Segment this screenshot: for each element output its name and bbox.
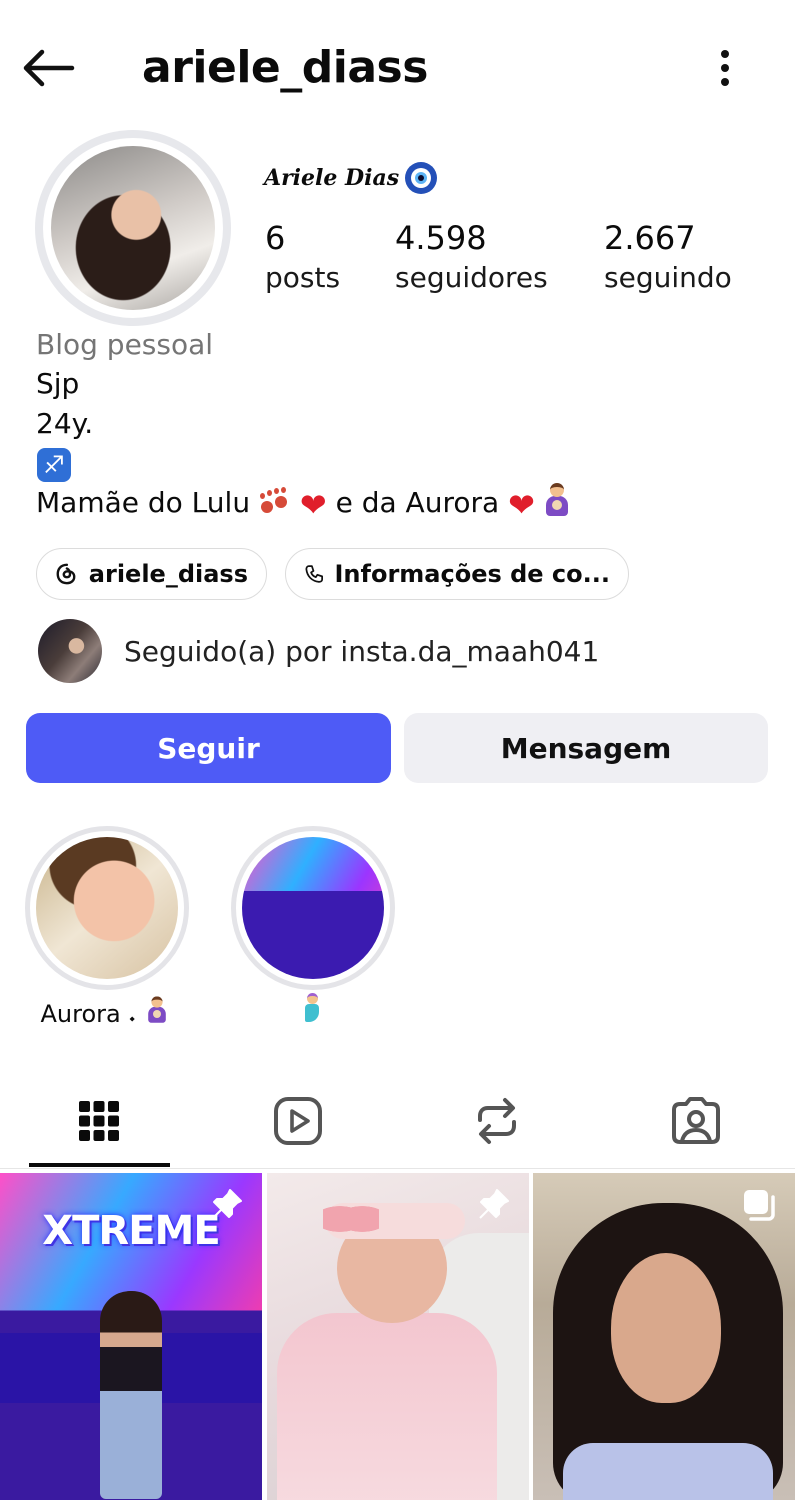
highlight-label-text: Aurora 𝆺: [40, 1000, 136, 1028]
more-dot: [721, 78, 729, 86]
tab-reposts[interactable]: [398, 1080, 596, 1162]
back-button[interactable]: [22, 44, 82, 92]
following-label: seguindo: [604, 261, 732, 294]
bio-line-2: 24y.: [36, 407, 94, 440]
post-2-baby-body: [277, 1313, 497, 1500]
post-1-person: [100, 1291, 162, 1499]
more-options-button[interactable]: [705, 42, 745, 94]
mermaid-icon: [301, 993, 323, 1023]
post-thumbnail-1[interactable]: XTREME: [0, 1173, 262, 1500]
followed-by-text[interactable]: Seguido(a) por insta.da_maah041: [124, 632, 599, 672]
post-3-face: [611, 1253, 721, 1403]
posts-stat[interactable]: 6 posts: [265, 218, 340, 298]
threads-icon: [56, 563, 76, 585]
red-heart-icon: ❤: [299, 486, 327, 524]
bio-line-4-text-a: Mamãe do Lulu: [36, 486, 251, 519]
follow-button[interactable]: Seguir: [26, 713, 391, 783]
red-heart-icon: ❤: [508, 486, 535, 524]
woman-with-baby-icon: [544, 483, 570, 517]
reels-icon: [274, 1097, 322, 1145]
mutual-follower-avatar[interactable]: [38, 619, 102, 683]
tab-posts-grid[interactable]: [0, 1080, 198, 1162]
threads-link-chip[interactable]: ariele_diass: [36, 548, 267, 600]
story-highlight-aurora[interactable]: [25, 826, 189, 990]
tagged-person-icon: [672, 1097, 720, 1144]
post-3-top: [563, 1443, 773, 1500]
active-tab-indicator: [29, 1163, 170, 1167]
phone-icon: [305, 565, 324, 583]
nazar-amulet-icon: [405, 162, 438, 194]
followers-count: 4.598: [395, 219, 487, 257]
following-count: 2.667: [604, 219, 696, 257]
profile-category: Blog pessoal: [36, 328, 214, 361]
contact-chip-label: Informações de co...: [334, 560, 611, 588]
avatar-photo: [51, 146, 215, 310]
grid-icon: [79, 1101, 119, 1141]
display-name: Ariele Dias: [264, 162, 438, 194]
tab-reels[interactable]: [199, 1080, 397, 1162]
following-stat[interactable]: 2.667 seguindo: [604, 218, 732, 298]
contact-info-chip[interactable]: Informações de co...: [285, 548, 629, 600]
highlight-cover-club: [242, 837, 384, 979]
followers-label: seguidores: [395, 261, 548, 294]
bio-line-4: Mamãe do Lulu ❤ e da Aurora ❤: [36, 483, 570, 523]
post-thumbnail-3[interactable]: [533, 1173, 795, 1500]
followers-stat[interactable]: 4.598 seguidores: [395, 218, 548, 298]
bio-line-1: Sjp: [36, 367, 80, 400]
highlight-label-aurora: Aurora 𝆺: [5, 993, 205, 1032]
message-button[interactable]: Mensagem: [404, 713, 768, 783]
highlight-cover-aurora: [36, 837, 178, 979]
woman-with-baby-icon: [146, 996, 167, 1023]
post-2-bow: [323, 1199, 379, 1239]
more-dot: [721, 64, 729, 72]
carousel-icon: [744, 1190, 775, 1221]
arrow-left-icon: [23, 49, 75, 87]
sagittarius-icon: ♐: [37, 448, 71, 482]
tabs-divider: [0, 1168, 795, 1169]
profile-avatar[interactable]: [35, 130, 231, 326]
more-dots-icon: [721, 50, 729, 58]
threads-chip-label: ariele_diass: [88, 560, 248, 588]
reposts-icon: [478, 1098, 516, 1144]
avatar-inner: [43, 138, 223, 318]
display-name-text: Ariele Dias: [264, 165, 400, 191]
posts-count: 6: [265, 219, 286, 257]
highlight-label-mermaid: [212, 993, 412, 1033]
story-highlight-mermaid[interactable]: [231, 826, 395, 990]
paw-prints-icon: [259, 487, 291, 515]
pin-icon: [479, 1189, 509, 1219]
tab-tagged[interactable]: [597, 1080, 795, 1162]
pin-icon: [212, 1189, 242, 1219]
post-thumbnail-2[interactable]: [267, 1173, 529, 1500]
profile-username: ariele_diass: [142, 42, 428, 93]
bio-line-4-text-b: e da Aurora: [335, 486, 500, 519]
posts-label: posts: [265, 261, 341, 294]
